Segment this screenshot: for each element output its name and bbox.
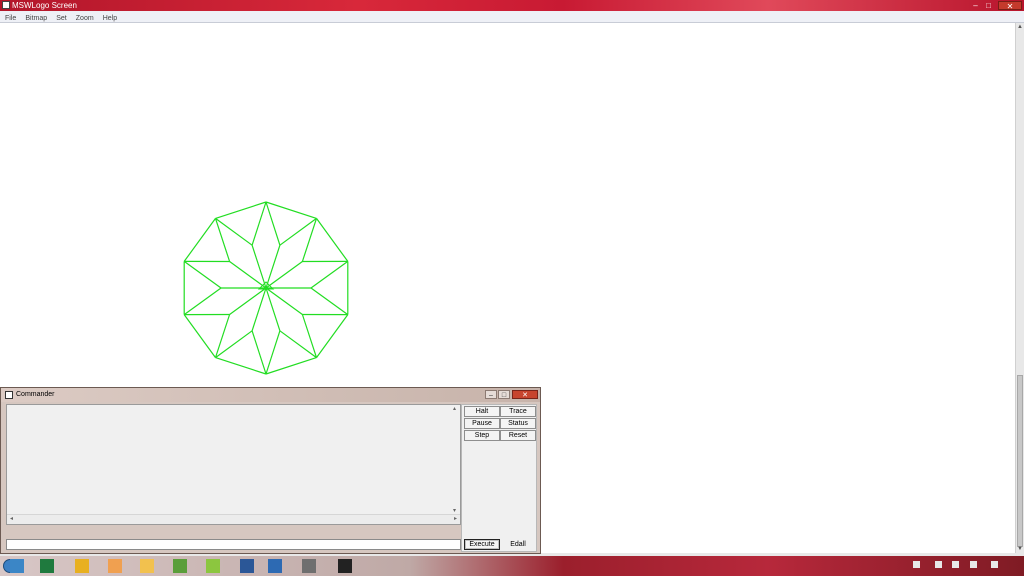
trace-button[interactable]: Trace [500,406,536,417]
window-title: MSWLogo Screen [12,1,77,10]
commander-close-button[interactable]: ✕ [512,390,538,399]
commander-maximize-button[interactable]: □ [498,390,510,399]
app-icon[interactable] [108,559,122,573]
star-edge [265,330,281,375]
spoke-line [265,245,281,289]
tray-icon[interactable] [970,561,977,568]
spoke-line [229,261,267,289]
decagon-edge [183,314,216,358]
spoke-line [265,287,303,315]
tray-icon[interactable] [935,561,942,568]
app-icon[interactable] [206,559,220,573]
scroll-up-arrow-icon[interactable]: ▲ [1016,23,1024,31]
tray-icon[interactable] [913,561,920,568]
star-edge [251,201,267,246]
star-edge [301,314,318,358]
decagon-edge [316,218,349,262]
windows-explorer-icon[interactable] [10,559,24,573]
paint-icon[interactable] [75,559,89,573]
execute-button[interactable]: Execute [464,539,500,550]
main-window-titlebar[interactable]: MSWLogo Screen – □ ✕ [0,0,1024,11]
spoke-line [251,245,267,289]
excel-icon[interactable] [40,559,54,573]
spoke-line [251,287,267,331]
spoke-line [265,261,303,289]
edall-button[interactable]: Edall [500,539,536,550]
step-button[interactable]: Step [464,430,500,441]
msw-logo-app-icon [2,1,10,9]
star-edge [215,217,253,246]
app-icon[interactable] [268,559,282,573]
scroll-right-arrow-icon[interactable]: ▸ [454,515,457,523]
commander-minimize-button[interactable]: – [485,390,497,399]
pause-button[interactable]: Pause [464,418,500,429]
maximize-button[interactable]: □ [983,1,994,10]
decagon-edge [316,314,349,358]
star-edge [310,260,349,289]
minimize-button[interactable]: – [970,1,981,10]
scroll-down-arrow-icon[interactable]: ▼ [1016,545,1024,553]
star-edge [279,217,317,246]
scroll-left-arrow-icon[interactable]: ◂ [10,515,13,523]
commander-app-icon [5,391,13,399]
commander-output-box[interactable]: ▴ ▾ ◂ ▸ [6,404,461,525]
halt-button[interactable]: Halt [464,406,500,417]
tray-icon[interactable] [991,561,998,568]
decagon-edge [215,357,267,375]
reset-button[interactable]: Reset [500,430,536,441]
canvas-vertical-scrollbar[interactable]: ▲ ▼ [1015,23,1024,553]
star-edge [215,330,253,359]
commander-title: Commander [16,391,55,398]
decagon-star-figure [183,201,349,375]
commander-input-field[interactable] [6,539,461,550]
star-edge [251,330,267,375]
star-edge [183,287,222,316]
status-button[interactable]: Status [500,418,536,429]
commander-titlebar[interactable]: Commander – □ ✕ [1,388,540,402]
output-vertical-scrollbar[interactable]: ▴ ▾ [453,405,460,515]
star-edge [183,260,222,289]
scroll-up-arrow-icon[interactable]: ▴ [453,405,456,413]
star-edge [301,218,318,262]
decagon-edge [265,201,317,219]
app-icon[interactable] [173,559,187,573]
tray-icon[interactable] [952,561,959,568]
star-edge [265,201,281,246]
commander-window: Commander – □ ✕ ▴ ▾ ◂ ▸ Halt Trace Pause… [0,387,541,554]
star-edge [214,218,231,262]
star-edge [310,287,349,316]
star-edge [214,314,231,358]
scrollbar-thumb[interactable] [1017,375,1023,547]
app-icon[interactable] [302,559,316,573]
output-horizontal-scrollbar[interactable]: ◂ ▸ [7,514,460,524]
commander-button-panel: Halt Trace Pause Status Step Reset Execu… [461,404,537,552]
decagon-edge [183,218,216,262]
decagon-edge [265,357,317,375]
windows-taskbar [0,556,1024,576]
close-button[interactable]: ✕ [998,1,1022,11]
spoke-line [229,287,267,315]
decagon-edge [215,201,267,219]
star-edge [279,330,317,359]
menu-bar: File Bitmap Set Zoom Help [0,11,1024,23]
word-icon[interactable] [240,559,254,573]
spoke-line [265,287,281,331]
folder-icon[interactable] [140,559,154,573]
logo-icon[interactable] [338,559,352,573]
